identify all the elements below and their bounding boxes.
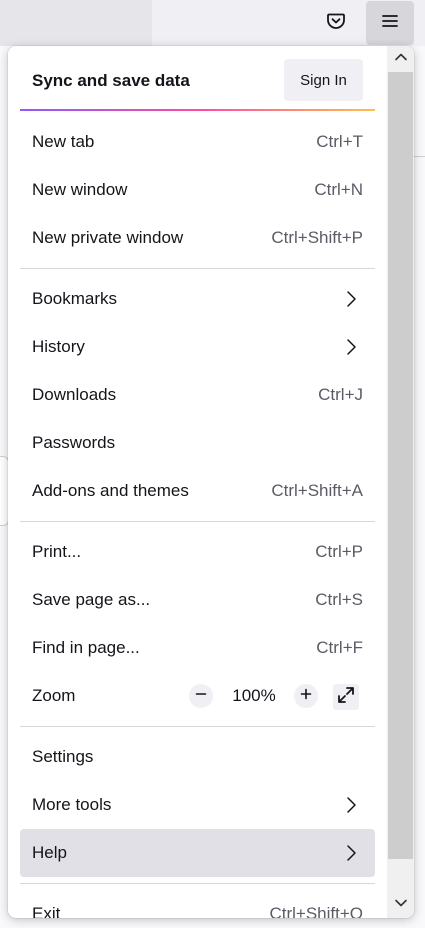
menu-item-shortcut: Ctrl+Shift+A <box>271 481 363 500</box>
menu-item-exit[interactable]: Exit Ctrl+Shift+Q <box>20 892 375 918</box>
menu-item-more-tools[interactable]: More tools <box>20 783 375 827</box>
scroll-up-button[interactable] <box>387 46 414 72</box>
menu-item-label: New private window <box>32 228 184 247</box>
app-menu-button[interactable] <box>366 1 414 45</box>
scrollbar-thumb[interactable] <box>388 72 413 859</box>
menu-item-downloads[interactable]: Downloads Ctrl+J <box>20 373 375 417</box>
pocket-icon <box>326 11 346 36</box>
menu-item-settings[interactable]: Settings <box>20 735 375 779</box>
minus-icon <box>195 687 207 705</box>
menu-item-label: Save page as... <box>32 590 151 609</box>
tab-area <box>0 0 152 46</box>
menu-item-shortcut: Ctrl+J <box>318 385 363 404</box>
menu-item-label: History <box>32 337 85 356</box>
menu-item-passwords[interactable]: Passwords <box>20 421 375 465</box>
menu-item-label: Zoom <box>32 686 76 705</box>
plus-icon <box>300 687 312 705</box>
scroll-down-button[interactable] <box>387 892 414 918</box>
sync-section: Sync and save data Sign In <box>20 58 375 104</box>
chevron-up-icon <box>394 50 408 69</box>
zoom-out-button[interactable] <box>189 684 213 708</box>
sign-in-button[interactable]: Sign In <box>284 59 363 101</box>
menu-item-label: Exit <box>32 904 61 918</box>
menu-scroll-area: Sync and save data Sign In New tab Ctrl+… <box>8 46 387 918</box>
menu-separator <box>20 268 375 269</box>
menu-item-zoom: Zoom 100% <box>20 674 375 718</box>
menu-item-shortcut: Ctrl+T <box>316 132 363 151</box>
chevron-right-icon <box>341 337 361 357</box>
menu-item-history[interactable]: History <box>20 325 375 369</box>
menu-item-label: Bookmarks <box>32 289 118 308</box>
sync-separator <box>20 109 375 111</box>
sync-title: Sync and save data <box>32 71 190 90</box>
menu-item-label: Print... <box>32 542 82 561</box>
fullscreen-icon <box>336 685 356 710</box>
menu-item-label: Help <box>32 843 67 862</box>
menu-item-label: Passwords <box>32 433 116 452</box>
menu-separator <box>20 883 375 884</box>
app-menu-panel: Sync and save data Sign In New tab Ctrl+… <box>8 46 414 918</box>
menu-separator <box>20 521 375 522</box>
chevron-right-icon <box>341 795 361 815</box>
zoom-reset-button[interactable]: 100% <box>220 674 288 718</box>
menu-item-new-private-window[interactable]: New private window Ctrl+Shift+P <box>20 216 375 260</box>
pocket-button[interactable] <box>312 1 360 45</box>
menu-item-new-tab[interactable]: New tab Ctrl+T <box>20 120 375 164</box>
chevron-right-icon <box>341 843 361 863</box>
toolbar <box>0 0 425 46</box>
hamburger-menu-icon <box>380 11 400 36</box>
menu-item-print[interactable]: Print... Ctrl+P <box>20 530 375 574</box>
menu-item-shortcut: Ctrl+F <box>316 638 363 657</box>
page-divider <box>414 156 425 157</box>
menu-item-help[interactable]: Help <box>20 829 375 877</box>
menu-item-shortcut: Ctrl+Shift+P <box>271 228 363 247</box>
menu-item-label: Downloads <box>32 385 117 404</box>
menu-item-new-window[interactable]: New window Ctrl+N <box>20 168 375 212</box>
menu-item-label: Add-ons and themes <box>32 481 189 500</box>
menu-item-shortcut: Ctrl+P <box>315 542 363 561</box>
menu-item-save-page[interactable]: Save page as... Ctrl+S <box>20 578 375 622</box>
chevron-right-icon <box>341 289 361 309</box>
menu-item-label: Settings <box>32 747 94 766</box>
menu-item-label: New window <box>32 180 128 199</box>
menu-item-find-in-page[interactable]: Find in page... Ctrl+F <box>20 626 375 670</box>
menu-item-addons[interactable]: Add-ons and themes Ctrl+Shift+A <box>20 469 375 513</box>
menu-item-shortcut: Ctrl+Shift+Q <box>269 904 363 918</box>
zoom-in-button[interactable] <box>294 684 318 708</box>
fullscreen-button[interactable] <box>333 684 359 710</box>
chevron-down-icon <box>394 896 408 915</box>
menu-item-shortcut: Ctrl+N <box>314 180 363 199</box>
menu-separator <box>20 726 375 727</box>
menu-item-label: Find in page... <box>32 638 140 657</box>
menu-item-shortcut: Ctrl+S <box>315 590 363 609</box>
menu-scrollbar[interactable] <box>387 46 414 918</box>
menu-item-bookmarks[interactable]: Bookmarks <box>20 277 375 321</box>
menu-item-label: More tools <box>32 795 112 814</box>
menu-item-label: New tab <box>32 132 95 151</box>
